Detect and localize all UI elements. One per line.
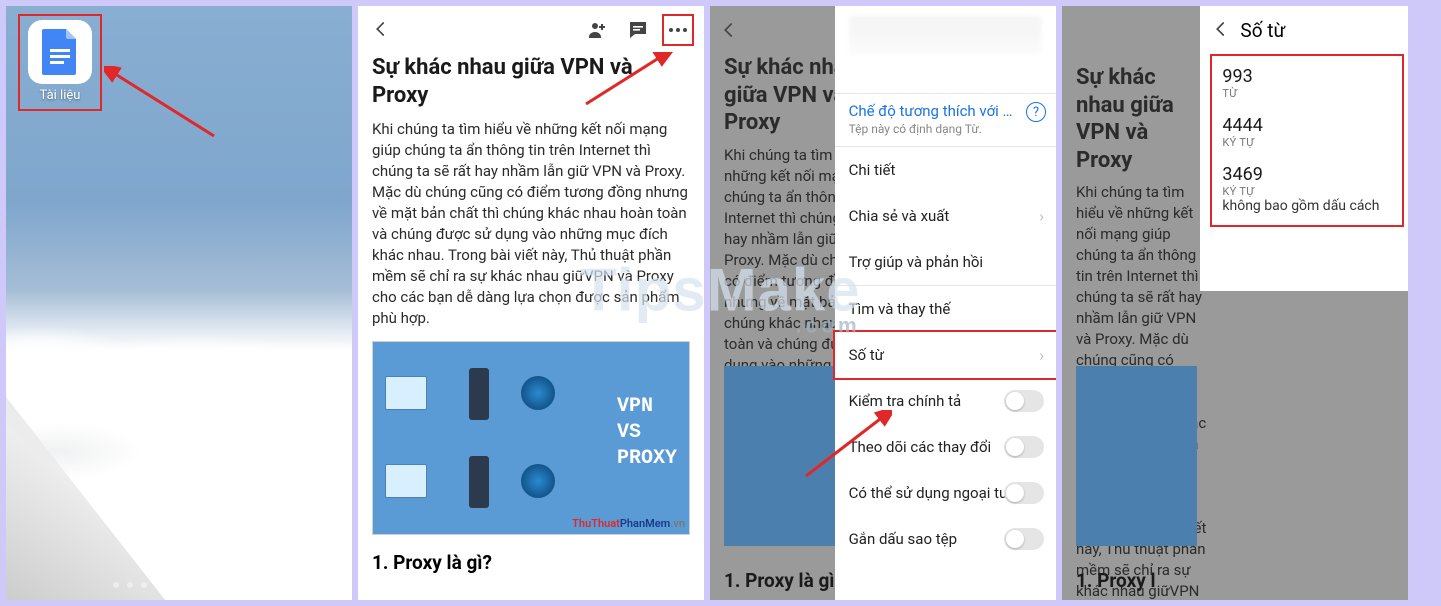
doc-paragraph: Khi chúng ta tìm hiểu về những kết nối m… <box>372 119 690 329</box>
menu-help-feedback[interactable]: Trợ giúp và phản hồi <box>835 239 1056 286</box>
help-icon[interactable]: ? <box>1026 102 1046 122</box>
chevron-left-icon <box>1212 20 1230 38</box>
docs-app-icon[interactable] <box>28 20 92 84</box>
comment-button[interactable] <box>620 12 656 48</box>
figure-watermark: ThuThuatPhanMem.vn <box>572 517 685 530</box>
compat-link[interactable]: Chế độ tương thích với Offi... <box>849 102 1042 120</box>
word-count-chars: 4444 KÝ TỰ <box>1212 105 1396 154</box>
toggle[interactable] <box>1004 436 1044 458</box>
word-count-words: 993 TỪ <box>1212 56 1396 105</box>
section-heading: 1. Proxy là gì? <box>372 551 690 574</box>
word-count-panel: Số từ 993 TỪ 4444 KÝ TỰ 3469 KÝ TỰ không… <box>1200 6 1408 291</box>
menu-track-changes[interactable]: Theo dõi các thay đổi <box>835 424 1056 470</box>
menu-share-export[interactable]: Chia sẻ và xuất› <box>835 193 1056 239</box>
toggle[interactable] <box>1004 528 1044 550</box>
sheet-header <box>835 6 1056 94</box>
chevron-right-icon: › <box>1039 207 1044 226</box>
menu-star-file[interactable]: Gắn dấu sao tệp <box>835 516 1056 562</box>
comment-icon <box>626 18 650 42</box>
menu-word-count[interactable]: Số từ› <box>833 330 1056 380</box>
chevron-left-icon <box>720 21 738 39</box>
dimmed-figure <box>724 366 835 546</box>
document-body: Sự khác nhau giữa VPN và Proxy Khi chúng… <box>358 54 704 574</box>
word-count-title: Số từ <box>1240 19 1285 42</box>
panel-menu-sheet: Sự khác nhau giữa VPN và Proxy Khi chúng… <box>710 6 1056 600</box>
back-button[interactable] <box>1212 16 1230 44</box>
back-button[interactable] <box>720 16 738 46</box>
panel-doc-view: Sự khác nhau giữa VPN và Proxy Khi chúng… <box>358 6 704 600</box>
app-label: Tài liệu <box>28 88 92 103</box>
compat-mode-row[interactable]: Chế độ tương thích với Offi... ? Tệp này… <box>835 94 1056 147</box>
panel-homescreen: Tài liệu <box>6 6 352 600</box>
dimmed-section-heading: 1. Proxy là gì? <box>724 569 844 592</box>
more-horizontal-icon <box>666 18 690 42</box>
person-add-icon <box>584 18 608 42</box>
toggle[interactable] <box>1004 390 1044 412</box>
dimmed-section-heading: 1. Proxy l <box>1076 569 1156 592</box>
menu-offline[interactable]: Có thể sử dụng ngoại tuyến <box>835 470 1056 516</box>
toggle[interactable] <box>1004 482 1044 504</box>
menu-detail[interactable]: Chi tiết <box>835 147 1056 193</box>
chevron-right-icon: › <box>1039 346 1044 365</box>
docs-icon <box>40 27 80 77</box>
menu-spellcheck[interactable]: Kiểm tra chính tả <box>835 378 1056 424</box>
share-person-button[interactable] <box>578 12 614 48</box>
page-dots <box>113 582 245 588</box>
doc-title: Sự khác nhau giữa VPN và Proxy <box>372 54 690 109</box>
dimmed-figure <box>1076 366 1197 546</box>
chevron-left-icon <box>372 20 390 38</box>
app-icon-highlight: Tài liệu <box>18 14 102 111</box>
back-button[interactable] <box>368 11 394 49</box>
panel-word-count: Sự khác nhau giữa VPN và Proxy Khi chúng… <box>1062 6 1408 600</box>
compat-subtext: Tệp này có định dạng Từ. <box>849 122 1042 136</box>
word-count-chars-nospace: 3469 KÝ TỰ không bao gồm dấu cách <box>1212 154 1396 225</box>
menu-sheet: Chế độ tương thích với Offi... ? Tệp này… <box>835 6 1056 600</box>
doc-figure: VPN VS PROXY ThuThuatPhanMem.vn <box>372 341 690 535</box>
word-count-highlight: 993 TỪ 4444 KÝ TỰ 3469 KÝ TỰ không bao g… <box>1210 54 1404 227</box>
menu-find-replace[interactable]: Tìm và thay thế <box>835 286 1056 332</box>
more-button[interactable] <box>662 14 694 46</box>
